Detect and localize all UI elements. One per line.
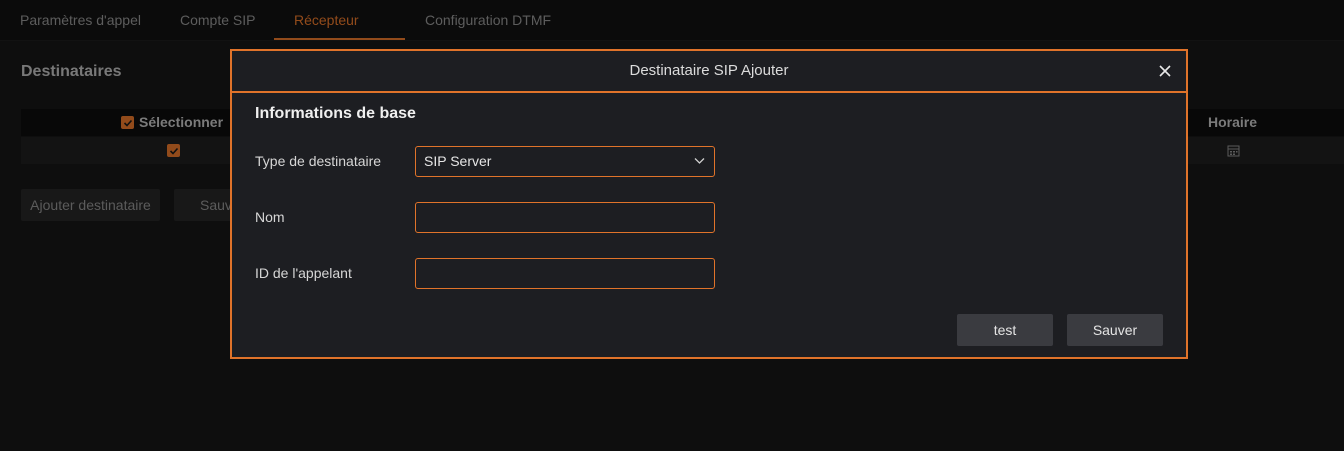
add-sip-recipient-dialog: Destinataire SIP Ajouter Informations de… bbox=[230, 49, 1188, 359]
name-input[interactable] bbox=[415, 202, 715, 233]
close-icon[interactable] bbox=[1158, 64, 1172, 78]
basic-info-heading: Informations de base bbox=[255, 105, 416, 122]
dialog-save-button[interactable]: Sauver bbox=[1067, 314, 1163, 346]
recipient-type-select[interactable]: SIP Server bbox=[415, 146, 715, 177]
chevron-down-icon bbox=[694, 158, 705, 164]
caller-id-input[interactable] bbox=[415, 258, 715, 289]
recipient-type-label: Type de destinataire bbox=[255, 153, 382, 169]
caller-id-label: ID de l'appelant bbox=[255, 265, 352, 281]
recipient-type-value: SIP Server bbox=[424, 153, 492, 169]
name-label: Nom bbox=[255, 209, 285, 225]
dialog-title: Destinataire SIP Ajouter bbox=[629, 62, 789, 79]
dialog-header: Destinataire SIP Ajouter bbox=[232, 51, 1186, 93]
test-button[interactable]: test bbox=[957, 314, 1053, 346]
